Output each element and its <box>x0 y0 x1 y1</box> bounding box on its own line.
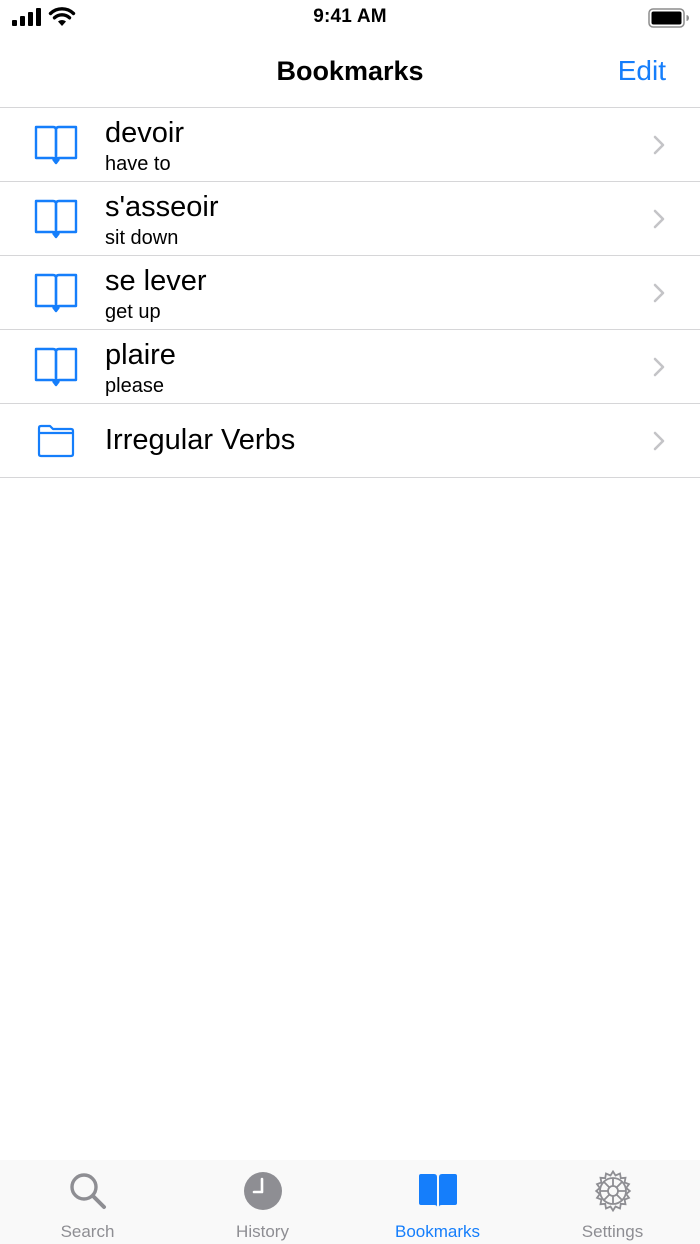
chevron-right-icon <box>653 283 665 303</box>
bookmark-word: plaire <box>105 339 176 371</box>
navigation-bar: Bookmarks Edit <box>0 36 700 108</box>
book-icon <box>34 125 78 165</box>
chevron-right-icon <box>653 357 665 377</box>
list-item[interactable]: plaire please <box>0 330 700 404</box>
bookmark-word: s'asseoir <box>105 191 219 223</box>
book-icon <box>419 1174 457 1207</box>
book-icon <box>34 347 78 387</box>
tab-settings[interactable]: Settings <box>525 1160 700 1244</box>
magnifier-icon <box>70 1173 106 1209</box>
list-item[interactable]: devoir have to <box>0 108 700 182</box>
tab-label: Settings <box>581 1222 644 1241</box>
chevron-right-icon <box>653 209 665 229</box>
chevron-right-icon <box>653 135 665 155</box>
tab-search[interactable]: Search <box>0 1160 175 1244</box>
folder-name: Irregular Verbs <box>105 424 296 456</box>
bookmark-translation: please <box>105 375 164 397</box>
bookmarks-list: devoir have to s'asseoir sit down se lev… <box>0 108 700 478</box>
tab-label: Bookmarks <box>394 1222 481 1241</box>
book-icon <box>34 273 78 313</box>
folder-item[interactable]: Irregular Verbs <box>0 404 700 478</box>
tab-label: Search <box>60 1222 115 1241</box>
tab-bookmarks[interactable]: Bookmarks <box>350 1160 525 1244</box>
book-icon <box>34 199 78 239</box>
status-time: 9:41 AM <box>313 6 387 27</box>
bookmark-translation: have to <box>105 153 171 175</box>
battery-icon <box>648 8 689 28</box>
page-title: Bookmarks <box>276 56 424 86</box>
bookmark-word: devoir <box>105 117 184 149</box>
bookmark-translation: get up <box>105 301 161 323</box>
list-item[interactable]: s'asseoir sit down <box>0 182 700 256</box>
status-bar: 9:41 AM <box>0 0 700 36</box>
list-item[interactable]: se lever get up <box>0 256 700 330</box>
tab-label: History <box>236 1222 289 1241</box>
edit-button[interactable]: Edit <box>618 55 666 87</box>
folder-icon <box>37 424 75 458</box>
chevron-right-icon <box>653 431 665 451</box>
clock-icon <box>244 1172 282 1210</box>
tab-history[interactable]: History <box>175 1160 350 1244</box>
bookmark-word: se lever <box>105 265 207 297</box>
tab-bar: Search History Bookmarks Settings <box>0 1160 700 1244</box>
gear-icon <box>594 1170 632 1212</box>
bookmark-translation: sit down <box>105 227 179 249</box>
